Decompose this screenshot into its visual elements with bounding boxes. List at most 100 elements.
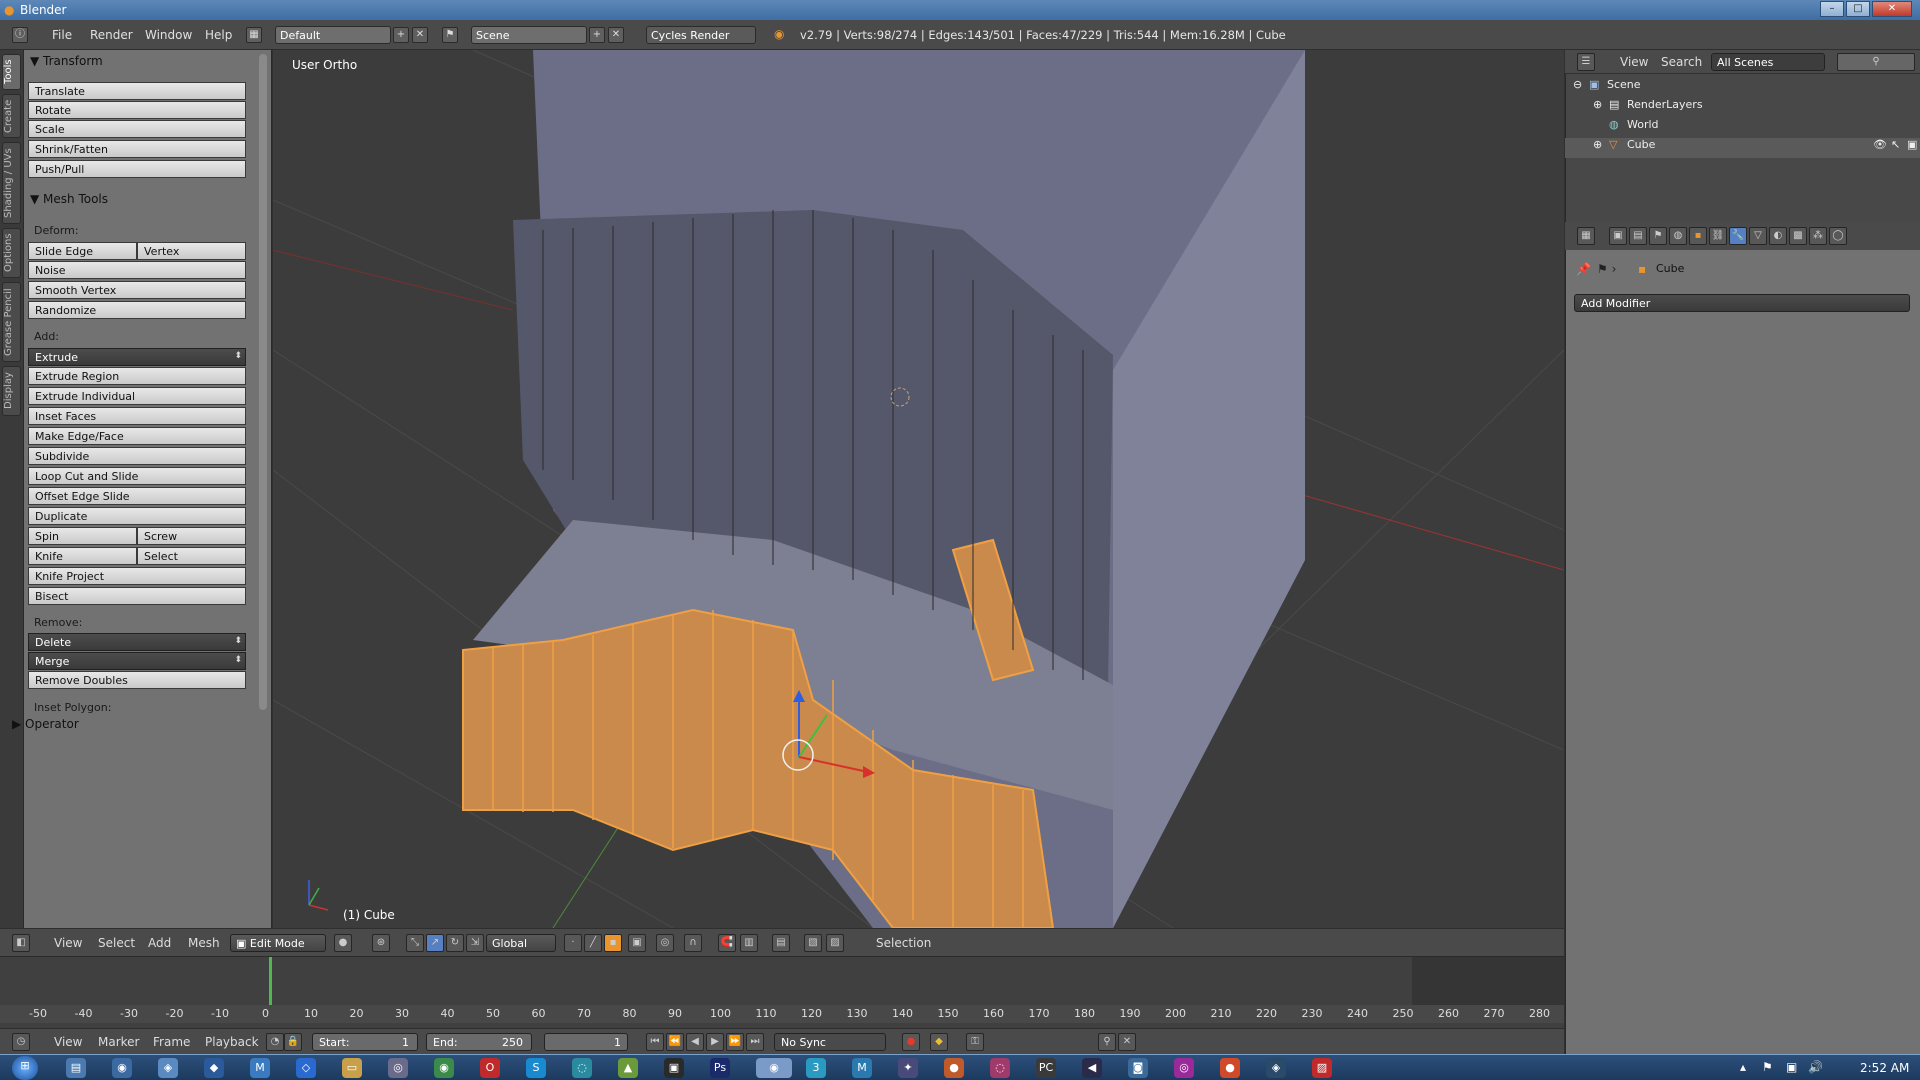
outliner-item-renderlayers[interactable]: ⊕ ▤ RenderLayers bbox=[1565, 98, 1920, 118]
outliner-display-select[interactable]: All Scenes bbox=[1711, 53, 1825, 71]
taskbar-app-photoshop-icon[interactable]: Ps bbox=[710, 1058, 730, 1078]
scene-field[interactable]: Scene bbox=[471, 26, 587, 44]
minimize-button[interactable]: – bbox=[1820, 1, 1844, 17]
scale-manipulator-icon[interactable]: ⇲ bbox=[466, 934, 484, 952]
occlude-geometry-icon[interactable]: ▣ bbox=[628, 934, 646, 952]
rotate-manipulator-icon[interactable]: ↻ bbox=[446, 934, 464, 952]
operator-panel-header[interactable]: ▶ Operator bbox=[12, 717, 79, 731]
duplicate-button[interactable]: Duplicate bbox=[28, 507, 246, 525]
taskbar-app-icon[interactable]: ● bbox=[1220, 1058, 1240, 1078]
taskbar-app-icon[interactable]: ✦ bbox=[898, 1058, 918, 1078]
render-layers-tab-icon[interactable]: ▤ bbox=[1629, 227, 1647, 245]
selectability-cursor-icon[interactable]: ↖ bbox=[1891, 138, 1900, 151]
pivot-point-icon[interactable]: ⊛ bbox=[372, 934, 390, 952]
tray-flag-icon[interactable]: ⚑ bbox=[1762, 1060, 1773, 1074]
menu-select[interactable]: Select bbox=[98, 936, 135, 950]
current-frame-marker[interactable] bbox=[269, 957, 272, 1005]
add-scene-icon[interactable]: + bbox=[589, 27, 605, 43]
extrude-individual-button[interactable]: Extrude Individual bbox=[28, 387, 246, 405]
taskbar-app-icon[interactable]: ◆ bbox=[204, 1058, 224, 1078]
taskbar-app-icon[interactable]: ● bbox=[944, 1058, 964, 1078]
keying-set-icon[interactable]: ⚿ bbox=[966, 1033, 984, 1051]
taskbar-app-skype-icon[interactable]: S bbox=[526, 1058, 546, 1078]
tab-grease-pencil[interactable]: Grease Pencil bbox=[2, 282, 21, 362]
remove-scene-icon[interactable]: ✕ bbox=[608, 27, 624, 43]
jump-start-icon[interactable]: ⏮ bbox=[646, 1033, 664, 1051]
remove-layout-icon[interactable]: ✕ bbox=[412, 27, 428, 43]
keying-icon[interactable]: ◔ bbox=[266, 1033, 284, 1051]
timeline-menu-view[interactable]: View bbox=[54, 1035, 82, 1049]
outliner-item-cube[interactable]: ⊕ ▽ Cube 👁 ↖ ▣ bbox=[1565, 138, 1920, 158]
randomize-button[interactable]: Randomize bbox=[28, 301, 246, 319]
timeline-menu-playback[interactable]: Playback bbox=[205, 1035, 259, 1049]
current-frame-field[interactable]: 1 bbox=[544, 1033, 628, 1051]
tab-create[interactable]: Create bbox=[2, 94, 21, 138]
jump-end-icon[interactable]: ⏭ bbox=[746, 1033, 764, 1051]
taskbar-app-icon[interactable]: ▲ bbox=[618, 1058, 638, 1078]
extrude-dropdown[interactable]: Extrude bbox=[28, 348, 246, 366]
transform-orientation-select[interactable]: Global bbox=[486, 934, 556, 952]
menu-add[interactable]: Add bbox=[148, 936, 171, 950]
menu-window[interactable]: Window bbox=[145, 28, 192, 42]
outliner-item-world[interactable]: ◍ World bbox=[1565, 118, 1920, 138]
loop-cut-slide-button[interactable]: Loop Cut and Slide bbox=[28, 467, 246, 485]
screen-layout-field[interactable]: Default bbox=[275, 26, 391, 44]
taskbar-app-explorer-icon[interactable]: ▤ bbox=[66, 1058, 86, 1078]
manipulator-toggle-icon[interactable]: ⤡ bbox=[406, 934, 424, 952]
taskbar-app-icon[interactable]: 3 bbox=[806, 1058, 826, 1078]
tray-volume-icon[interactable]: 🔊 bbox=[1808, 1060, 1823, 1074]
add-layout-icon[interactable]: + bbox=[393, 27, 409, 43]
render-tab-icon[interactable]: ▣ bbox=[1609, 227, 1627, 245]
object-tab-icon[interactable]: ▪ bbox=[1689, 227, 1707, 245]
knife-button[interactable]: Knife bbox=[28, 547, 137, 565]
render-preview-icon[interactable]: ▧ bbox=[804, 934, 822, 952]
outliner-search-field[interactable]: ⚲ bbox=[1837, 53, 1915, 71]
merge-dropdown[interactable]: Merge bbox=[28, 652, 246, 670]
bisect-button[interactable]: Bisect bbox=[28, 587, 246, 605]
3d-viewport[interactable] bbox=[273, 50, 1564, 928]
spin-button[interactable]: Spin bbox=[28, 527, 137, 545]
taskbar-app-dropbox-icon[interactable]: ◇ bbox=[296, 1058, 316, 1078]
info-editor-type-icon[interactable]: ⓘ bbox=[12, 27, 28, 43]
editor-type-icon[interactable]: ◧ bbox=[12, 934, 30, 952]
slide-edge-button[interactable]: Slide Edge bbox=[28, 242, 137, 260]
taskbar-app-opera-icon[interactable]: O bbox=[480, 1058, 500, 1078]
translate-manipulator-icon[interactable]: ↗ bbox=[426, 934, 444, 952]
taskbar-app-icon[interactable]: ◈ bbox=[158, 1058, 178, 1078]
sync-mode-select[interactable]: No Sync bbox=[774, 1033, 886, 1051]
taskbar-app-icon[interactable]: ◙ bbox=[1128, 1058, 1148, 1078]
taskbar-app-chrome-icon[interactable]: ◉ bbox=[434, 1058, 454, 1078]
taskbar-clock[interactable]: 2:52 AM bbox=[1860, 1061, 1909, 1075]
screw-button[interactable]: Screw bbox=[137, 527, 246, 545]
jump-keyframe-forward-icon[interactable]: ⏩ bbox=[726, 1033, 744, 1051]
taskbar-app-icon[interactable]: M bbox=[250, 1058, 270, 1078]
rotate-button[interactable]: Rotate bbox=[28, 101, 246, 119]
render-icon[interactable]: ▤ bbox=[772, 934, 790, 952]
constraints-tab-icon[interactable]: ⛓ bbox=[1709, 227, 1727, 245]
menu-file[interactable]: File bbox=[52, 28, 72, 42]
start-frame-field[interactable]: Start: 1 bbox=[312, 1033, 418, 1051]
timeline-editor-type-icon[interactable]: ◷ bbox=[12, 1033, 30, 1051]
tab-shading-uvs[interactable]: Shading / UVs bbox=[2, 142, 21, 224]
taskbar-app-icon[interactable]: ◉ bbox=[112, 1058, 132, 1078]
scene-tab-icon[interactable]: ⚑ bbox=[1649, 227, 1667, 245]
delete-keyframe-icon[interactable]: ✕ bbox=[1118, 1033, 1136, 1051]
taskbar-app-blender-icon[interactable]: ◉ bbox=[756, 1058, 792, 1078]
taskbar-app-folder-icon[interactable]: ▭ bbox=[342, 1058, 362, 1078]
falloff-icon[interactable]: ∩ bbox=[684, 934, 702, 952]
taskbar-app-icon[interactable]: ▣ bbox=[664, 1058, 684, 1078]
outliner-editor-type-icon[interactable]: ☰ bbox=[1577, 53, 1595, 71]
mode-select[interactable]: ▣ Edit Mode bbox=[230, 934, 326, 952]
expand-icon[interactable]: ⊖ bbox=[1573, 78, 1582, 91]
menu-render[interactable]: Render bbox=[90, 28, 133, 42]
taskbar-app-icon[interactable]: ▨ bbox=[1312, 1058, 1332, 1078]
tab-display[interactable]: Display bbox=[2, 366, 21, 416]
keyframe-icon[interactable]: ◆ bbox=[930, 1033, 948, 1051]
data-tab-icon[interactable]: ▽ bbox=[1749, 227, 1767, 245]
timeline-menu-marker[interactable]: Marker bbox=[98, 1035, 139, 1049]
outliner-menu-view[interactable]: View bbox=[1620, 55, 1648, 69]
snap-icon[interactable]: 🧲 bbox=[718, 934, 736, 952]
jump-keyframe-back-icon[interactable]: ⏪ bbox=[666, 1033, 684, 1051]
tool-shelf-scrollbar[interactable] bbox=[259, 54, 267, 710]
edge-select-icon[interactable]: ╱ bbox=[584, 934, 602, 952]
